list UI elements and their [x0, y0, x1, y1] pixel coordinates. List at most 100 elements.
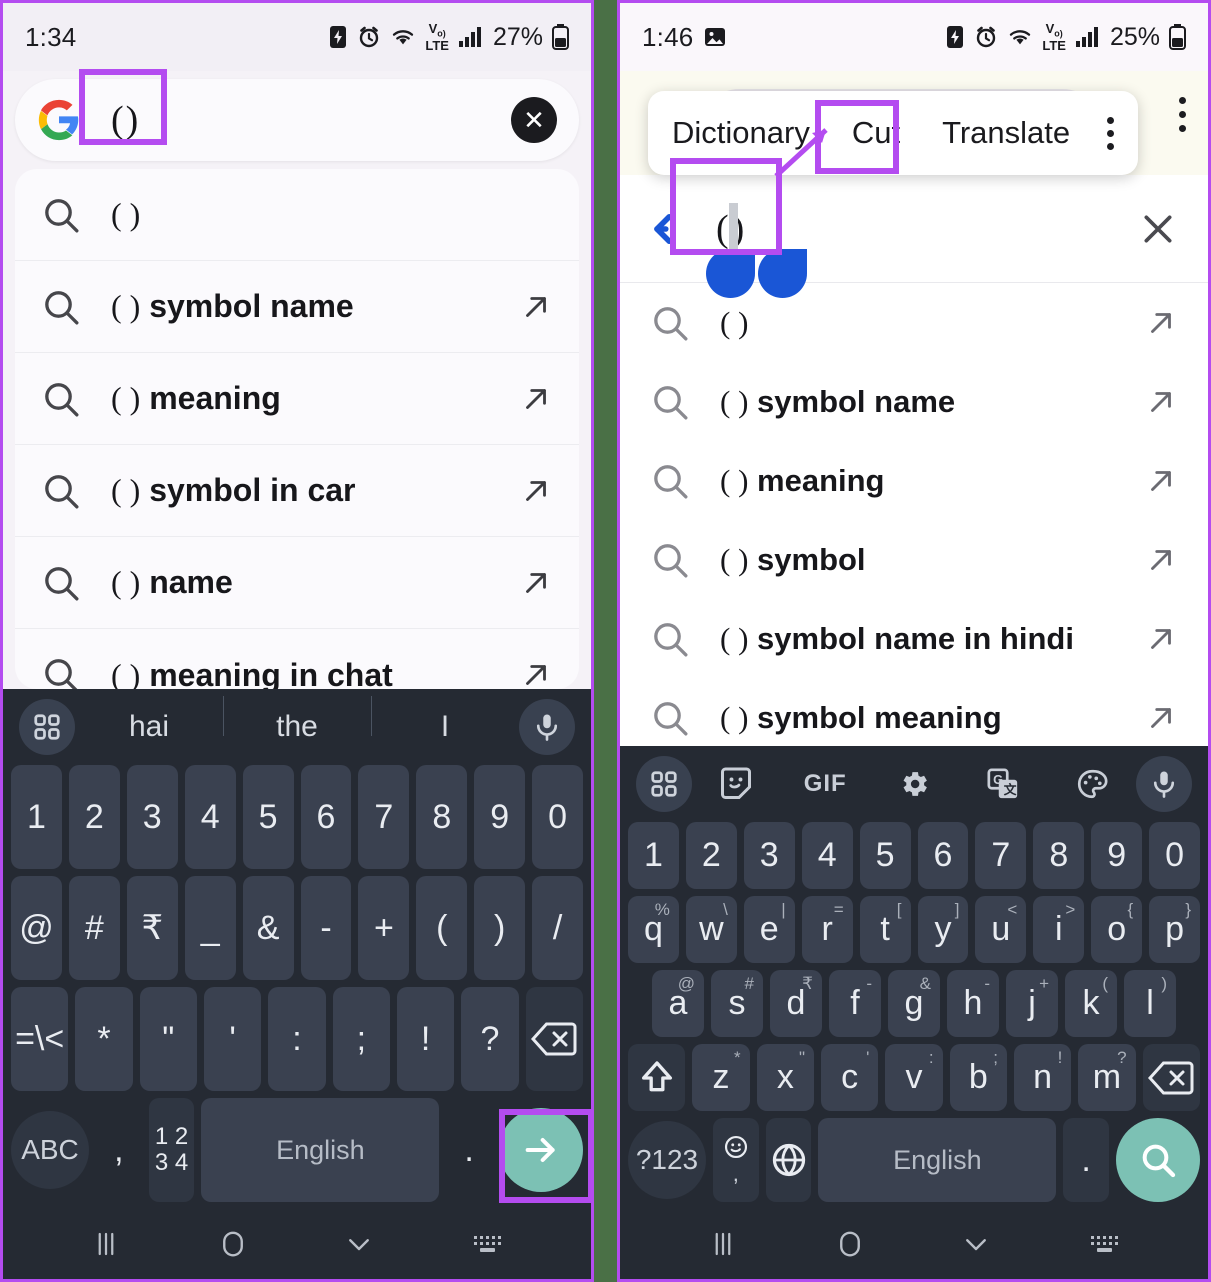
- emoji-comma-key[interactable]: ,: [713, 1118, 759, 1202]
- key-l[interactable]: ) l: [1124, 970, 1176, 1037]
- key-u[interactable]: < u: [975, 896, 1027, 963]
- key-@[interactable]: @: [11, 876, 62, 980]
- key-8[interactable]: 8: [416, 765, 468, 869]
- key-0[interactable]: 0: [532, 765, 584, 869]
- suggestion-row[interactable]: ( ) symbol meaning: [620, 678, 1208, 746]
- key-q[interactable]: % q: [628, 896, 679, 963]
- key-4[interactable]: 4: [184, 765, 236, 869]
- key-b[interactable]: ; b: [949, 1044, 1007, 1111]
- close-icon[interactable]: [1138, 209, 1178, 249]
- insert-suggestion-icon[interactable]: [1144, 701, 1178, 735]
- back-arrow-icon[interactable]: [650, 208, 692, 250]
- selection-handle-right[interactable]: [758, 248, 807, 298]
- key-"[interactable]: ": [139, 987, 197, 1091]
- recents-icon[interactable]: [708, 1229, 738, 1259]
- insert-suggestion-icon[interactable]: [519, 474, 553, 508]
- key-6[interactable]: 6: [917, 822, 969, 889]
- key-k[interactable]: (k: [1065, 970, 1117, 1037]
- period-key[interactable]: .: [446, 1098, 492, 1202]
- key-w[interactable]: \ w: [685, 896, 737, 963]
- globe-key[interactable]: [765, 1118, 812, 1202]
- sticker-icon[interactable]: [712, 760, 760, 808]
- keyboard-icon[interactable]: [1088, 1231, 1120, 1257]
- suggestion-row[interactable]: ( ) name: [15, 537, 579, 629]
- key-p[interactable]: } p: [1149, 896, 1201, 963]
- context-menu-more-icon[interactable]: [1107, 116, 1114, 150]
- dictionary-menu-item[interactable]: Dictionary: [672, 115, 810, 151]
- suggestion-row[interactable]: ( ) symbol name: [620, 362, 1208, 441]
- key-5[interactable]: 5: [859, 822, 911, 889]
- key-0[interactable]: 0: [1149, 822, 1201, 889]
- comma-key[interactable]: ,: [96, 1098, 142, 1202]
- palette-icon[interactable]: [1068, 760, 1116, 808]
- key-r[interactable]: = r: [801, 896, 853, 963]
- key-=\<[interactable]: =\<: [11, 987, 69, 1091]
- suggestion-row[interactable]: ( ) symbol name: [15, 261, 579, 353]
- selected-text[interactable]: (): [706, 202, 807, 298]
- chevron-down-icon[interactable]: [344, 1229, 374, 1259]
- key-1[interactable]: 1: [628, 822, 679, 889]
- cut-menu-item[interactable]: Cut: [852, 115, 900, 151]
- selection-handles[interactable]: [706, 248, 807, 298]
- key-c[interactable]: ' c: [820, 1044, 879, 1111]
- word-suggestion[interactable]: the: [223, 696, 371, 744]
- recents-icon[interactable]: [91, 1229, 121, 1259]
- insert-suggestion-icon[interactable]: [519, 382, 553, 416]
- key-g[interactable]: & g: [888, 970, 940, 1037]
- key-*[interactable]: *: [75, 987, 133, 1091]
- word-suggestion[interactable]: I: [371, 696, 519, 744]
- key-n[interactable]: ! n: [1013, 1044, 1072, 1111]
- key-9[interactable]: 9: [1091, 822, 1143, 889]
- suggestion-row[interactable]: ( ) symbol in car: [15, 445, 579, 537]
- key-5[interactable]: 5: [242, 765, 294, 869]
- translate-icon[interactable]: G文: [979, 760, 1027, 808]
- numeric-key[interactable]: 1 23 4: [148, 1098, 195, 1202]
- gear-icon[interactable]: [890, 760, 938, 808]
- backspace-key[interactable]: [525, 987, 583, 1091]
- browser-menu-icon[interactable]: [1179, 97, 1186, 132]
- keyboard-icon[interactable]: [471, 1231, 503, 1257]
- key-7[interactable]: 7: [975, 822, 1027, 889]
- key-₹[interactable]: ₹: [126, 876, 178, 980]
- insert-suggestion-icon[interactable]: [519, 290, 553, 324]
- key-&[interactable]: &: [242, 876, 294, 980]
- key-x[interactable]: " x: [756, 1044, 814, 1111]
- space-key[interactable]: English: [818, 1118, 1057, 1202]
- insert-suggestion-icon[interactable]: [1144, 385, 1178, 419]
- key-t[interactable]: [t: [859, 896, 911, 963]
- selection-handle-left[interactable]: [706, 248, 755, 298]
- suggestion-row[interactable]: ( ) meaning in chat: [15, 629, 579, 689]
- insert-suggestion-icon[interactable]: [1144, 622, 1178, 656]
- key-6[interactable]: 6: [300, 765, 352, 869]
- key-;[interactable]: ;: [332, 987, 390, 1091]
- key-4[interactable]: 4: [801, 822, 853, 889]
- key-?[interactable]: ?: [461, 987, 519, 1091]
- key-9[interactable]: 9: [474, 765, 526, 869]
- space-key[interactable]: English: [201, 1098, 440, 1202]
- key-+[interactable]: +: [358, 876, 410, 980]
- key-1[interactable]: 1: [11, 765, 62, 869]
- key-#[interactable]: #: [68, 876, 120, 980]
- key-f[interactable]: -f: [829, 970, 881, 1037]
- gif-icon[interactable]: GIF: [801, 760, 849, 808]
- home-icon[interactable]: [835, 1229, 865, 1259]
- key-z[interactable]: * z: [692, 1044, 750, 1111]
- insert-suggestion-icon[interactable]: [519, 566, 553, 600]
- search-key[interactable]: [1116, 1118, 1201, 1202]
- suggestion-row[interactable]: ( ) meaning: [15, 353, 579, 445]
- enter-key[interactable]: [499, 1108, 584, 1192]
- chevron-down-icon[interactable]: [961, 1229, 991, 1259]
- key-([interactable]: (: [416, 876, 468, 980]
- key-/[interactable]: /: [532, 876, 584, 980]
- home-icon[interactable]: [218, 1229, 248, 1259]
- suggestion-row[interactable]: ( ) symbol name in hindi: [620, 599, 1208, 678]
- grid-icon[interactable]: [19, 699, 75, 755]
- shift-key[interactable]: [628, 1044, 686, 1111]
- mic-icon[interactable]: [519, 699, 575, 755]
- key--[interactable]: -: [300, 876, 352, 980]
- key-h[interactable]: -h: [947, 970, 999, 1037]
- suggestion-row[interactable]: ( ) symbol: [620, 520, 1208, 599]
- key-a[interactable]: @ a: [652, 970, 704, 1037]
- abc-key[interactable]: ABC: [11, 1098, 89, 1202]
- key-2[interactable]: 2: [68, 765, 120, 869]
